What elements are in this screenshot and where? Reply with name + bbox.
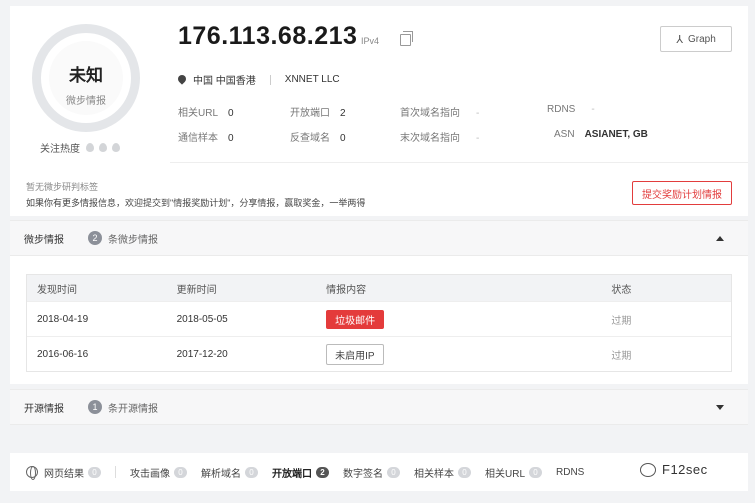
open-intel-header[interactable]: 开源情报 1 条开源情报: [10, 389, 748, 425]
wechat-icon: [640, 462, 656, 477]
stat-comm-samples[interactable]: 通信样本 0: [178, 129, 234, 144]
org-text: XNNET LLC: [284, 74, 340, 85]
tab-open-ports[interactable]: 开放端口 2: [272, 465, 329, 480]
expand-caret-icon[interactable]: [716, 405, 724, 410]
collapse-caret-icon[interactable]: [716, 236, 724, 241]
globe-icon: [26, 466, 38, 480]
intel-tag[interactable]: 未启用IP: [326, 343, 384, 365]
submit-reward-button[interactable]: 提交奖励计划情报: [632, 181, 732, 205]
stat-last-domain: 末次域名指向 -: [400, 133, 480, 144]
verdict-label: 未知: [69, 66, 103, 85]
stat-reverse-domain[interactable]: 反查域名 0: [290, 129, 346, 144]
stat-open-ports[interactable]: 开放端口 2: [290, 104, 346, 119]
graph-button[interactable]: ⅄ Graph: [660, 26, 732, 52]
location-row: 中国 中国香港 XNNET LLC: [178, 72, 340, 87]
stat-asn: ASN ASIANET, GB: [554, 129, 648, 140]
copy-icon[interactable]: [400, 31, 413, 46]
status-text: 过期: [611, 350, 632, 362]
tab-related-samples[interactable]: 相关样本 0: [414, 465, 471, 480]
table-header: 发现时间 更新时间 情报内容 状态: [27, 275, 731, 301]
intel-table: 发现时间 更新时间 情报内容 状态 2018-04-19 2018-05-05 …: [26, 274, 732, 372]
location-text: 中国 中国香港: [193, 76, 256, 87]
count-badge: 1: [88, 400, 102, 414]
ip-version: IPv4: [361, 36, 380, 46]
attention-heat: 关注热度: [40, 140, 125, 155]
table-row: 2018-04-19 2018-05-05 垃圾邮件 过期: [27, 301, 731, 336]
tab-attack-profile[interactable]: 攻击画像 0: [130, 465, 187, 480]
section-title: 微步情报: [24, 234, 64, 246]
watermark: F12sec: [640, 462, 708, 477]
tab-rdns[interactable]: RDNS: [556, 467, 584, 478]
verdict-source: 微步情报: [66, 96, 106, 107]
reward-info-text: 如果你有更多情报信息，欢迎提交到"情报奖励计划"，分享情报，赢取奖金，一举两得: [26, 198, 366, 208]
ip-address: 176.113.68.213: [178, 22, 358, 50]
heat-label: 关注热度: [40, 144, 80, 155]
count-badge: 2: [88, 231, 102, 245]
stat-first-domain: 首次域名指向 -: [400, 108, 480, 119]
stat-related-url[interactable]: 相关URL 0: [178, 104, 234, 119]
no-tags-text: 暂无微步研判标签: [26, 182, 99, 192]
graph-icon: ⅄: [676, 33, 683, 46]
section-title: 开源情报: [24, 403, 64, 415]
tab-digital-signature[interactable]: 数字签名 0: [343, 465, 400, 480]
detail-tabs: 网页结果 0 攻击画像 0 解析域名 0 开放端口 2 数字签名 0 相关样本 0 相关UR…: [10, 453, 748, 491]
ip-summary-card: 未知 微步情报 关注热度 176.113.68.213 IPv4 ⅄ Graph…: [10, 6, 748, 216]
location-pin-icon: [178, 75, 186, 85]
threat-intel-page: 未知 微步情报 关注热度 176.113.68.213 IPv4 ⅄ Graph…: [0, 0, 755, 503]
micro-intel-header[interactable]: 微步情报 2 条微步情报: [10, 220, 748, 256]
table-row: 2016-06-16 2017-12-20 未启用IP 过期: [27, 336, 731, 371]
status-text: 过期: [611, 315, 632, 327]
verdict-ring: 未知 微步情报: [32, 24, 140, 132]
intel-tag[interactable]: 垃圾邮件: [326, 309, 385, 329]
micro-intel-panel: 发现时间 更新时间 情报内容 状态 2018-04-19 2018-05-05 …: [10, 256, 748, 384]
flame-icon: [99, 143, 107, 152]
flame-icon: [86, 143, 94, 152]
flame-icon: [112, 143, 120, 152]
tab-related-url[interactable]: 相关URL 0: [485, 465, 543, 480]
tab-web-results[interactable]: 网页结果 0: [44, 465, 101, 480]
stat-rdns: RDNS -: [547, 104, 595, 115]
tab-resolved-domains[interactable]: 解析域名 0: [201, 465, 258, 480]
